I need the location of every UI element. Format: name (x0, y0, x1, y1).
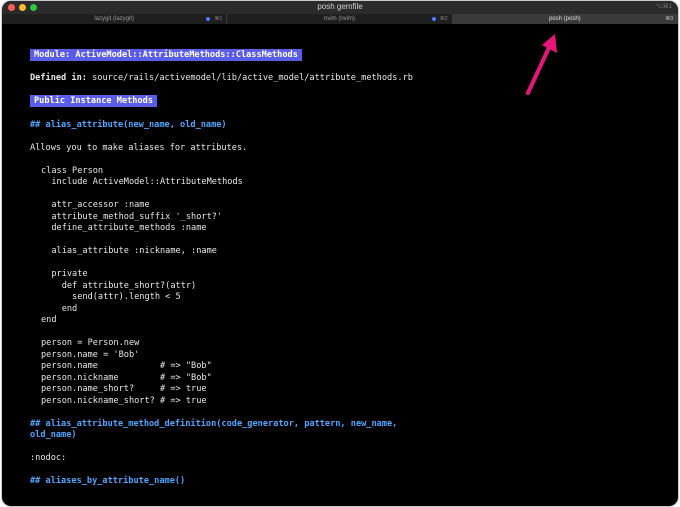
tab-activity-icon (206, 17, 211, 21)
tab-label: posh (posh) (548, 16, 581, 22)
tab-lazygit[interactable]: lazygit (lazygit) ⌘1 (2, 14, 228, 24)
tab-label: nvim (nvim) (323, 16, 355, 22)
code-line: person = Person.new (41, 338, 140, 348)
tab-nvim[interactable]: nvim (nvim) ⌘2 (227, 14, 453, 24)
code-line: send(attr).length < 5 (41, 292, 181, 302)
code-line: private (41, 269, 88, 279)
pointer-arrow-icon (526, 34, 557, 95)
method-heading-continuation: old_name) (30, 430, 77, 440)
code-line: person.nickname # => "Bob" (41, 373, 212, 383)
window-shortcut: ⌥⌘1 (655, 4, 672, 10)
code-line: def attribute_short?(attr) (41, 281, 197, 291)
code-line: end (41, 304, 78, 314)
nodoc-label: :nodoc: (30, 453, 67, 463)
module-badge: Module: ActiveModel::AttributeMethods::C… (30, 49, 302, 61)
tab-label: lazygit (lazygit) (94, 16, 134, 22)
method-heading-alias-attribute: ## alias_attribute(new_name, old_name) (30, 120, 227, 130)
code-line: person.name_short? # => true (41, 384, 207, 394)
method-description: Allows you to make aliases for attribute… (30, 143, 248, 153)
code-line: person.nickname_short? # => true (41, 396, 207, 406)
defined-in-path: source/rails/activemodel/lib/active_mode… (92, 73, 413, 83)
code-line: class Person (41, 166, 104, 176)
code-line: person.name # => "Bob" (41, 361, 212, 371)
method-heading-alias-attribute-method-definition: ## alias_attribute_method_definition(cod… (30, 419, 398, 429)
tab-bar: lazygit (lazygit) ⌘1 nvim (nvim) ⌘2 posh… (2, 14, 678, 24)
tab-shortcut: ⌘1 (214, 16, 223, 22)
terminal-content[interactable]: Module: ActiveModel::AttributeMethods::C… (2, 24, 678, 506)
code-line: attr_accessor :name (41, 200, 150, 210)
tab-activity-icon (431, 17, 436, 21)
title-bar: posh gemfile ⌥⌘1 (2, 1, 678, 14)
code-line: end (41, 315, 57, 325)
code-line: define_attribute_methods :name (41, 223, 207, 233)
tab-shortcut: ⌘2 (439, 16, 448, 22)
code-line: person.name = 'Bob' (41, 350, 140, 360)
terminal-window: posh gemfile ⌥⌘1 lazygit (lazygit) ⌘1 nv… (2, 1, 678, 506)
tab-shortcut: ⌘3 (665, 16, 673, 22)
code-line: include ActiveModel::AttributeMethods (41, 177, 243, 187)
code-line: attribute_method_suffix '_short?' (41, 212, 223, 222)
method-heading-aliases-by-attribute-name: ## aliases_by_attribute_name() (30, 476, 186, 486)
section-badge: Public Instance Methods (30, 95, 157, 107)
defined-in-label: Defined in: (30, 73, 87, 83)
tab-posh[interactable]: posh (posh) ⌘3 (452, 14, 678, 24)
code-line: alias_attribute :nickname, :name (41, 246, 217, 256)
window-title: posh gemfile (317, 2, 363, 11)
